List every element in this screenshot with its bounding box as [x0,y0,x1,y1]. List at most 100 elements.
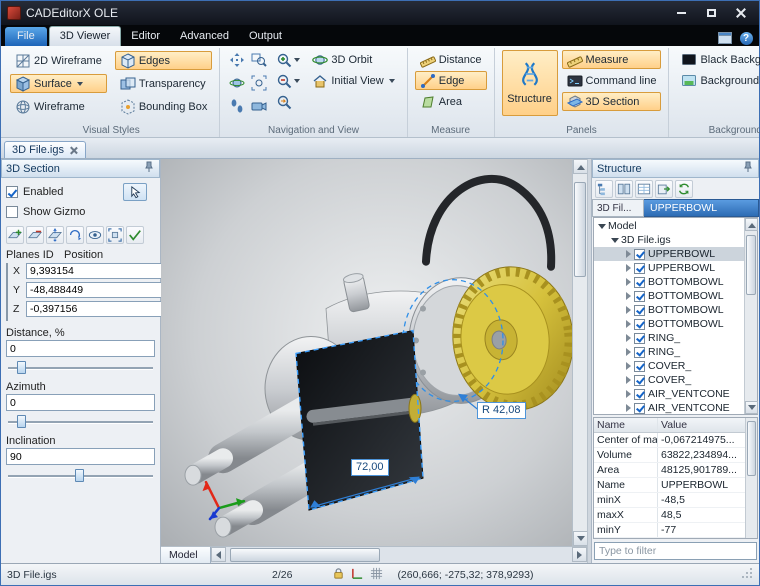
maximize-button[interactable] [697,4,725,22]
ucs-axes-icon[interactable] [351,567,364,583]
black-background-button[interactable]: Black Background [676,50,760,69]
orbit-free-button[interactable] [227,73,247,92]
area-button[interactable]: Area [415,92,487,111]
tree-expander-icon[interactable] [623,277,633,287]
structure-file-tab[interactable]: 3D Fil... [592,199,644,217]
apply-section-button[interactable] [126,226,144,244]
tree-expander-icon[interactable] [623,319,633,329]
pick-plane-button[interactable] [123,183,147,201]
menu-tab[interactable]: 3D Viewer [49,26,122,46]
property-row[interactable]: Area 48125,901789... [594,463,745,478]
y-field[interactable] [26,282,169,298]
inclination-field[interactable] [6,448,155,465]
tree-item[interactable]: BOTTOMBOWL [594,275,744,289]
fit-plane-button[interactable] [106,226,124,244]
property-row[interactable]: maxX 48,5 [594,508,745,523]
add-plane-button[interactable] [6,226,24,244]
scroll-right-button[interactable] [572,547,587,562]
property-row[interactable]: Center of mass -0,067214975... [594,433,745,448]
edges-button[interactable]: Edges [115,51,213,70]
properties-scrollbar[interactable] [745,418,757,538]
tree-scroll-up-button[interactable] [745,218,758,231]
tree-expander-icon[interactable] [623,347,633,357]
zoom-in-dropdown-icon[interactable] [294,58,300,65]
transparency-button[interactable]: Transparency [115,74,213,93]
tree-item[interactable]: BOTTOMBOWL [594,317,744,331]
tree-expander-icon[interactable] [623,333,633,343]
viewport-canvas[interactable]: 72,00 R 42,08 [161,159,572,546]
zoom-extents-button[interactable] [249,73,269,92]
tree-expander-icon[interactable] [623,263,633,273]
bounding-box-button[interactable]: Bounding Box [115,97,213,116]
plane-item[interactable]: 0 [7,264,8,278]
columns-button[interactable] [615,180,633,198]
inclination-slider[interactable] [8,468,153,483]
tree-item[interactable]: 3D File.igs [594,233,744,247]
tree-checkbox[interactable] [634,277,645,288]
properties-scroll-thumb[interactable] [747,421,756,476]
command-line-button[interactable]: Command line [562,71,662,90]
filter-input[interactable] [594,542,757,560]
zoom-window-button[interactable] [249,50,269,69]
tree-item[interactable]: RING_ [594,345,744,359]
camera-button[interactable] [249,96,269,115]
menu-tab[interactable]: File [5,27,47,46]
tree-view-button[interactable] [595,180,613,198]
remove-plane-button[interactable] [26,226,44,244]
wireframe-button[interactable]: Wireframe [10,97,107,116]
lock-icon[interactable] [332,567,345,583]
menu-tab[interactable]: Editor [121,27,170,46]
tree-checkbox[interactable] [634,389,645,400]
inclination-slider-thumb[interactable] [75,469,84,482]
property-row[interactable]: minY -77 [594,523,745,538]
scroll-down-button[interactable] [573,531,588,546]
tree-scrollbar[interactable] [744,218,757,414]
walk-button[interactable] [227,96,247,115]
tree-checkbox[interactable] [634,361,645,372]
grid-icon[interactable] [370,567,383,583]
initial-view-dropdown-icon[interactable] [389,79,395,86]
surface-button[interactable]: Surface [10,74,107,93]
property-row[interactable]: minX -48,5 [594,493,745,508]
flip-plane-button[interactable] [46,226,64,244]
close-button[interactable] [727,4,755,22]
zoom-previous-button[interactable] [274,92,302,111]
distance-field[interactable] [6,340,155,357]
tree-item[interactable]: UPPERBOWL [594,247,744,261]
azimuth-field[interactable] [6,394,155,411]
vertical-scroll-thumb[interactable] [574,182,586,277]
structure-panel-button[interactable]: Structure [502,50,558,116]
tree-checkbox[interactable] [634,319,645,330]
tree-expander-icon[interactable] [623,403,633,413]
align-view-button[interactable] [86,226,104,244]
tree-scroll-down-button[interactable] [745,401,758,414]
rotate-plane-button[interactable] [66,226,84,244]
pin-icon[interactable] [143,161,155,176]
plane-item[interactable]: 1 [7,278,8,292]
tree-expander-icon[interactable] [623,375,633,385]
azimuth-slider[interactable] [8,414,153,429]
tree-checkbox[interactable] [634,249,645,260]
azimuth-slider-thumb[interactable] [17,415,26,428]
initial-view-button[interactable]: Initial View [307,71,399,90]
zoom-out-dropdown-icon[interactable] [294,79,300,86]
tree-scroll-thumb[interactable] [746,235,756,295]
property-row[interactable]: Name UPPERBOWL [594,478,745,493]
tree-item[interactable]: AIR_VENTCONE [594,387,744,401]
tree-expander-icon[interactable] [623,361,633,371]
tree-checkbox[interactable] [634,291,645,302]
document-tab[interactable]: 3D File.igs [4,141,86,158]
tree-checkbox[interactable] [634,375,645,386]
tree-item[interactable]: COVER_ [594,359,744,373]
tree-item[interactable]: BOTTOMBOWL [594,303,744,317]
refresh-button[interactable] [675,180,693,198]
edge-measure-button[interactable]: Edge [415,71,487,90]
tree-scroll-track[interactable] [745,231,757,401]
tree-checkbox[interactable] [634,263,645,274]
tree-expander-icon[interactable] [597,221,607,231]
show-gizmo-checkbox[interactable] [6,206,18,218]
menu-tab[interactable]: Output [239,27,292,46]
tree-item[interactable]: BOTTOMBOWL [594,289,744,303]
tree-expander-icon[interactable] [610,235,620,245]
document-tab-close-icon[interactable] [69,146,78,155]
